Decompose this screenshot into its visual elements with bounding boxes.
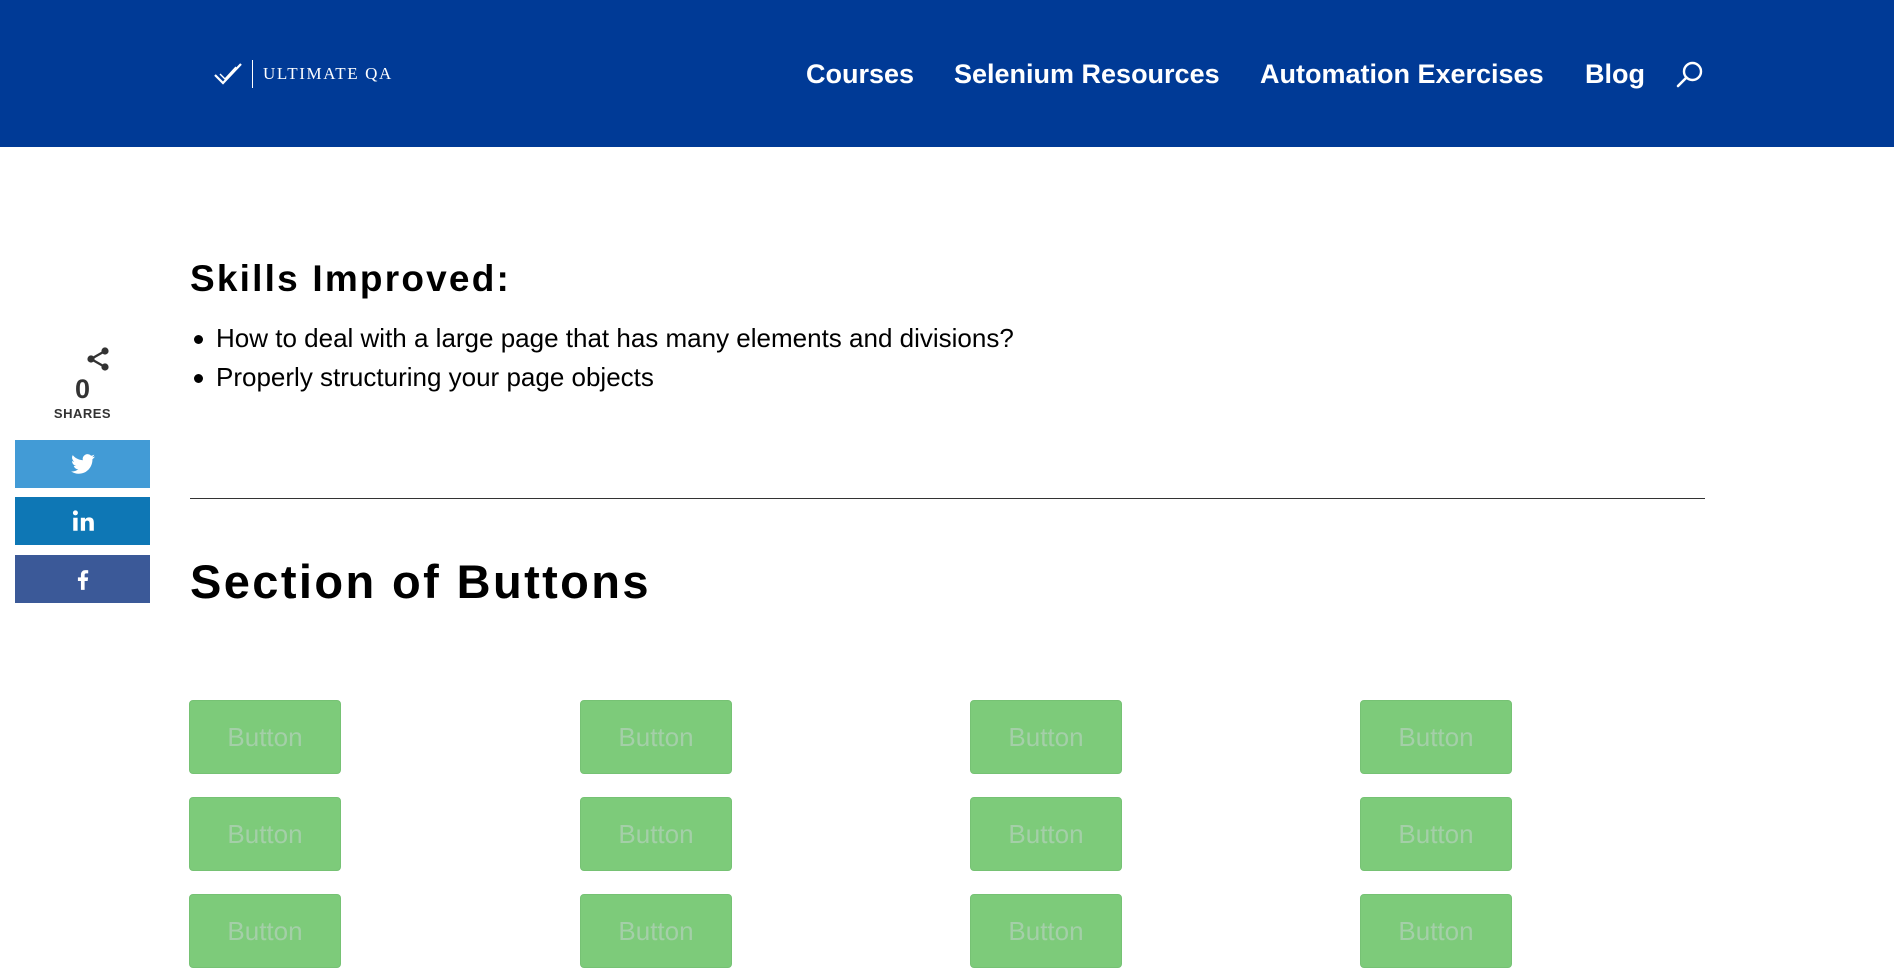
button-r1-c1[interactable]: Button	[189, 700, 341, 774]
twitter-share-button[interactable]	[15, 440, 150, 488]
search-icon[interactable]	[1675, 60, 1705, 90]
button-r3-c1[interactable]: Button	[189, 894, 341, 968]
twitter-icon	[70, 454, 95, 474]
nav-blog[interactable]: Blog	[1585, 56, 1645, 92]
button-r1-c3[interactable]: Button	[970, 700, 1122, 774]
button-r2-c2[interactable]: Button	[580, 797, 732, 871]
bullet	[194, 374, 203, 383]
section-heading: Section of Buttons	[190, 555, 651, 608]
skills-list: How to deal with a large page that has m…	[190, 319, 1014, 397]
share-label: SHARES	[53, 406, 112, 421]
facebook-icon	[77, 570, 88, 590]
linkedin-icon	[72, 510, 94, 531]
site-header: ULTIMATE QA Courses Selenium Resources A…	[0, 0, 1894, 147]
checkmark-logo-icon	[214, 63, 242, 85]
button-r1-c4[interactable]: Button	[1360, 700, 1512, 774]
nav-automation-exercises[interactable]: Automation Exercises	[1260, 56, 1544, 92]
button-r2-c4[interactable]: Button	[1360, 797, 1512, 871]
share-count: 0	[74, 374, 91, 404]
skills-list-item: How to deal with a large page that has m…	[190, 319, 1014, 358]
button-r3-c2[interactable]: Button	[580, 894, 732, 968]
site-logo[interactable]: ULTIMATE QA	[212, 58, 393, 90]
skills-list-item: Properly structuring your page objects	[190, 358, 1014, 397]
skills-heading: Skills Improved:	[190, 258, 512, 299]
share-icon	[87, 347, 109, 371]
nav-courses[interactable]: Courses	[806, 56, 914, 92]
logo-divider	[252, 60, 253, 88]
button-r2-c3[interactable]: Button	[970, 797, 1122, 871]
button-r2-c1[interactable]: Button	[189, 797, 341, 871]
bullet	[194, 335, 203, 344]
skills-item-text: Properly structuring your page objects	[216, 362, 654, 392]
section-divider	[190, 498, 1705, 499]
button-r3-c3[interactable]: Button	[970, 894, 1122, 968]
button-r1-c2[interactable]: Button	[580, 700, 732, 774]
skills-item-text: How to deal with a large page that has m…	[216, 323, 1014, 353]
linkedin-share-button[interactable]	[15, 497, 150, 545]
nav-selenium-resources[interactable]: Selenium Resources	[954, 56, 1220, 92]
logo-text: ULTIMATE QA	[263, 64, 393, 83]
button-r3-c4[interactable]: Button	[1360, 894, 1512, 968]
facebook-share-button[interactable]	[15, 555, 150, 603]
